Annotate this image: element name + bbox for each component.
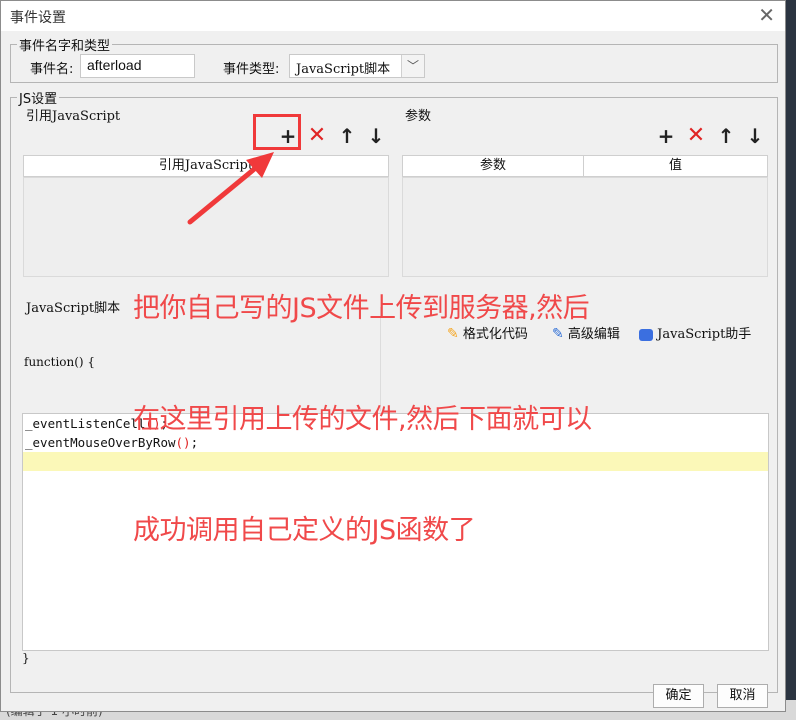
annotation-line-1: 把你自己写的JS文件上传到服务器,然后 [133, 293, 590, 324]
annotation-line-3: 成功调用自己定义的JS函数了 [133, 515, 476, 546]
annotation-text: 把你自己写的JS文件上传到服务器,然后 在这里引用上传的文件,然后下面就可以 成… [133, 216, 592, 586]
annotation-line-2: 在这里引用上传的文件,然后下面就可以 [133, 404, 592, 435]
